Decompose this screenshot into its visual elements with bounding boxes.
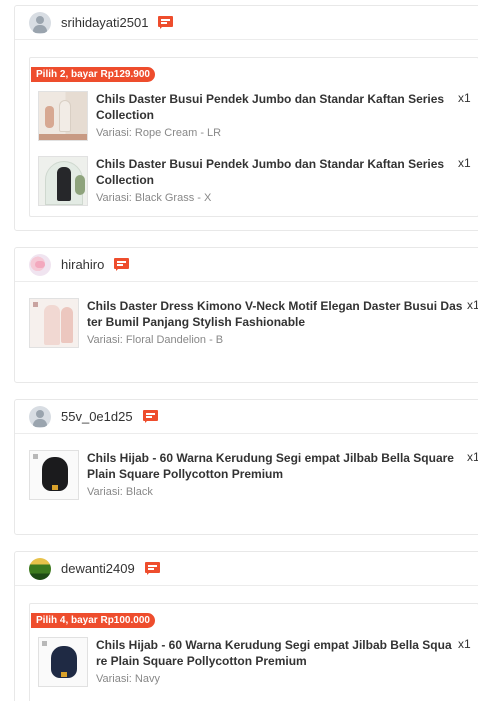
product-thumbnail[interactable] xyxy=(38,91,88,141)
item-quantity: x1 xyxy=(467,450,478,464)
product-variant: Variasi: Navy xyxy=(96,673,160,685)
default-avatar-icon[interactable] xyxy=(29,405,51,428)
order-card: 55v_0e1d25 Chils Hijab - 60 Warna Kerudu… xyxy=(14,399,478,535)
product-thumbnail[interactable] xyxy=(29,298,79,348)
username[interactable]: srihidayati2501 xyxy=(61,15,148,30)
item-quantity: x1 xyxy=(467,298,478,312)
product-name[interactable]: Chils Daster Dress Kimono V-Neck Motif E… xyxy=(87,298,465,330)
bundle-promo-badge: Pilih 4, bayar Rp100.000 xyxy=(31,613,155,628)
order-item[interactable]: Chils Hijab - 60 Warna Kerudung Segi emp… xyxy=(38,637,478,687)
order-header: srihidayati2501 xyxy=(15,6,478,40)
product-thumbnail[interactable] xyxy=(29,450,79,500)
product-name[interactable]: Chils Daster Busui Pendek Jumbo dan Stan… xyxy=(96,91,454,123)
username[interactable]: hirahiro xyxy=(61,257,104,272)
bundle-deal-group: Pilih 2, bayar Rp129.900 Chils Daster Bu… xyxy=(29,57,478,217)
product-variant: Variasi: Black xyxy=(87,486,153,498)
username[interactable]: 55v_0e1d25 xyxy=(61,409,133,424)
bundle-deal-group: Pilih 4, bayar Rp100.000 Chils Hijab - 6… xyxy=(29,603,478,701)
product-thumbnail[interactable] xyxy=(38,156,88,206)
username[interactable]: dewanti2409 xyxy=(61,561,135,576)
order-item[interactable]: Chils Daster Dress Kimono V-Neck Motif E… xyxy=(29,298,478,348)
chat-icon[interactable] xyxy=(144,562,160,575)
chat-icon[interactable] xyxy=(158,16,174,29)
bundle-promo-badge: Pilih 2, bayar Rp129.900 xyxy=(31,67,155,82)
order-header: dewanti2409 xyxy=(15,552,478,586)
product-variant: Variasi: Floral Dandelion - B xyxy=(87,334,224,346)
product-name[interactable]: Chils Hijab - 60 Warna Kerudung Segi emp… xyxy=(96,637,454,669)
order-card: dewanti2409 Pilih 4, bayar Rp100.000 Chi… xyxy=(14,551,478,701)
product-name[interactable]: Chils Hijab - 60 Warna Kerudung Segi emp… xyxy=(87,450,463,482)
item-quantity: x1 xyxy=(458,156,471,170)
chat-icon[interactable] xyxy=(142,410,158,423)
product-variant: Variasi: Black Grass - X xyxy=(96,192,212,204)
chat-icon[interactable] xyxy=(114,258,130,271)
product-thumbnail[interactable] xyxy=(38,637,88,687)
item-quantity: x1 xyxy=(458,91,471,105)
order-item[interactable]: Chils Daster Busui Pendek Jumbo dan Stan… xyxy=(38,156,478,206)
order-header: 55v_0e1d25 xyxy=(15,400,478,434)
default-avatar-icon[interactable] xyxy=(29,11,51,34)
order-item[interactable]: Chils Daster Busui Pendek Jumbo dan Stan… xyxy=(38,91,478,141)
order-item[interactable]: Chils Hijab - 60 Warna Kerudung Segi emp… xyxy=(29,450,478,500)
order-card: hirahiro Chils Daster Dress Kimono V-Nec… xyxy=(14,247,478,383)
order-card: srihidayati2501 Pilih 2, bayar Rp129.900… xyxy=(14,5,478,231)
product-variant: Variasi: Rope Cream - LR xyxy=(96,127,222,139)
item-quantity: x1 xyxy=(458,637,471,651)
user-photo-avatar[interactable] xyxy=(29,557,51,580)
order-header: hirahiro xyxy=(15,248,478,282)
product-name[interactable]: Chils Daster Busui Pendek Jumbo dan Stan… xyxy=(96,156,454,188)
user-photo-avatar[interactable] xyxy=(29,253,51,276)
